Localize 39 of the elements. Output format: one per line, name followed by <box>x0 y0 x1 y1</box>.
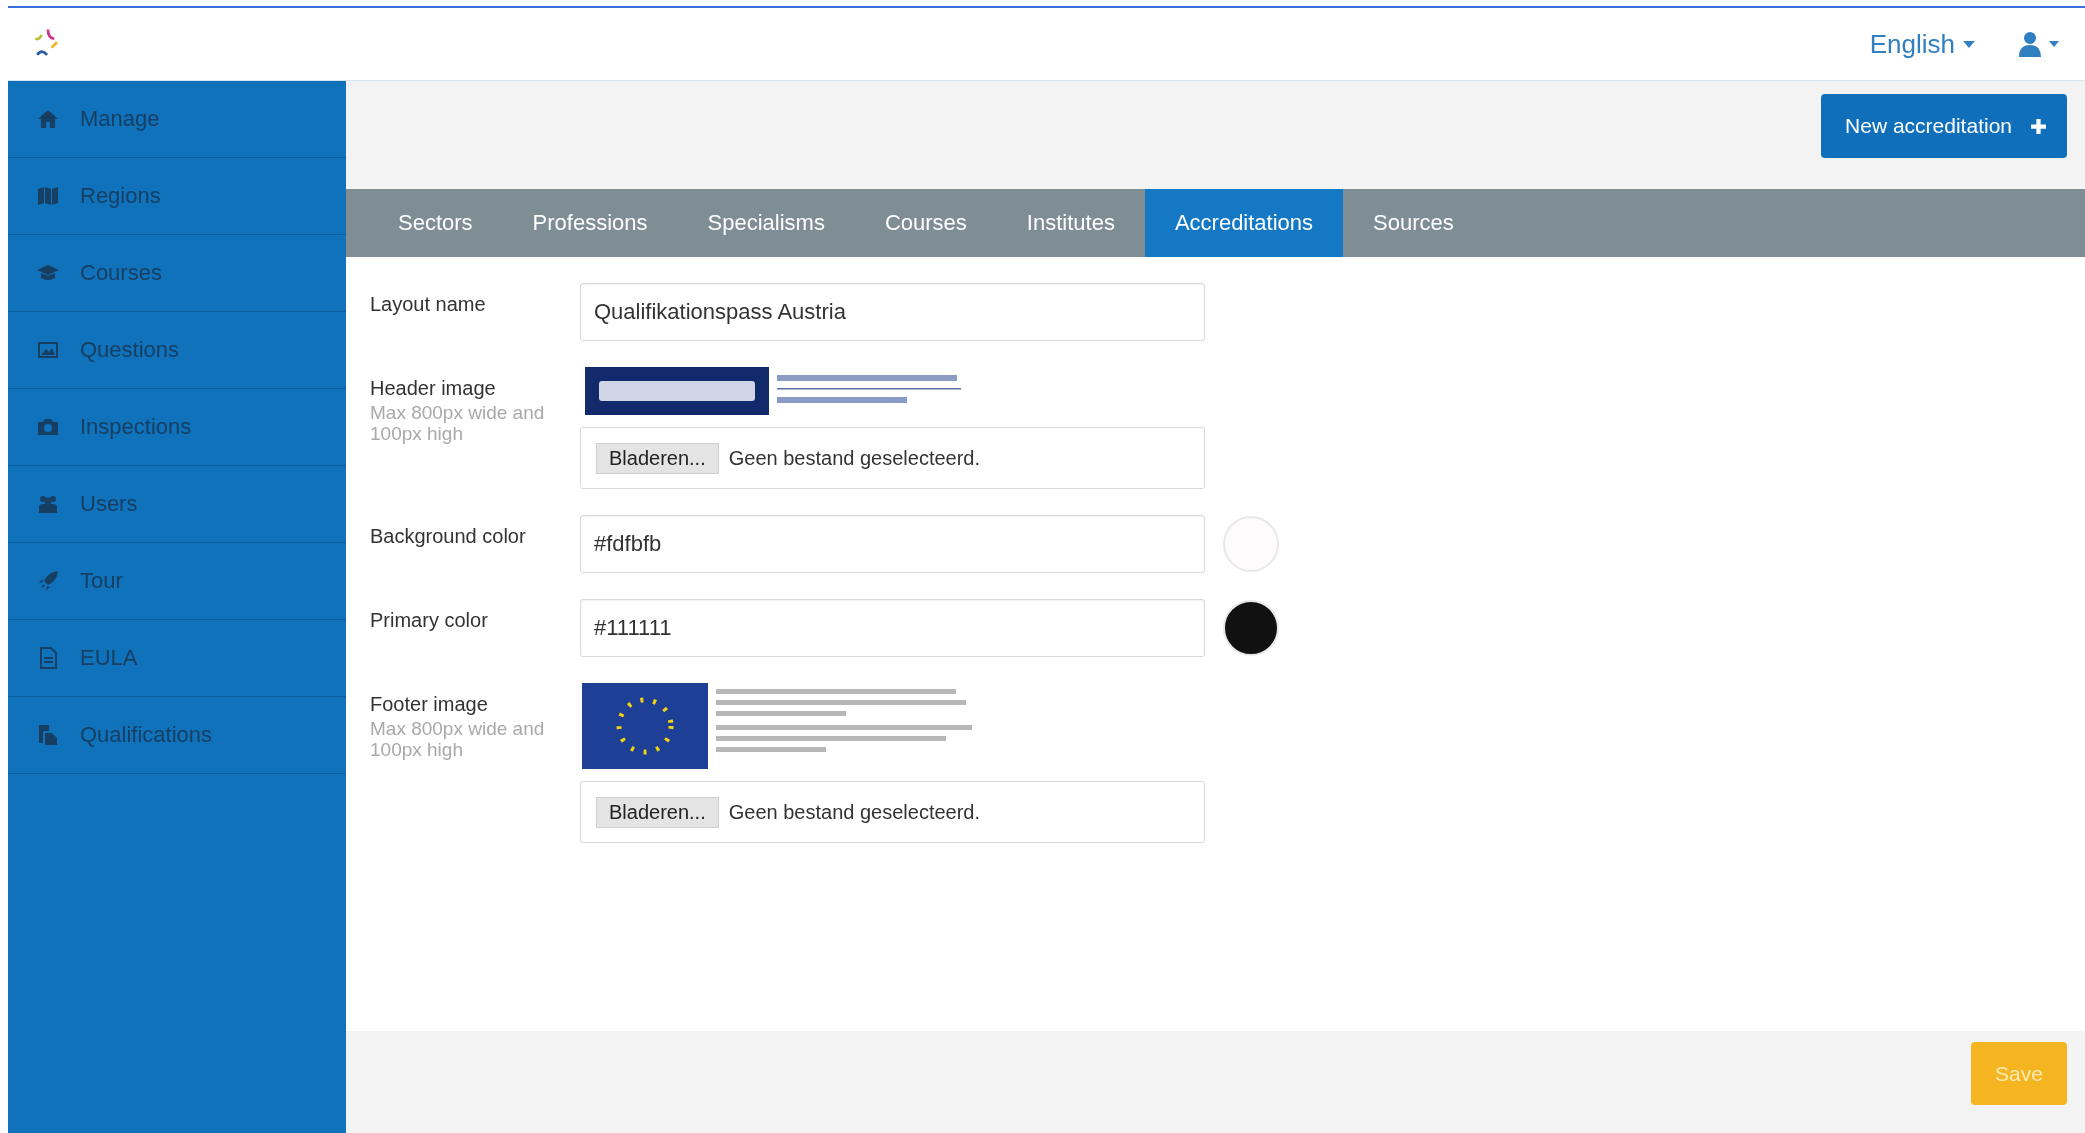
file-status: Geen bestand geselecteerd. <box>728 446 981 470</box>
tab[interactable]: Sources <box>1343 189 1484 257</box>
home-icon <box>36 107 60 131</box>
sidebar-item[interactable]: Inspections <box>8 389 346 466</box>
sidebar-item[interactable]: Courses <box>8 235 346 312</box>
file-input[interactable]: Bladeren... Geen bestand geselecteerd. <box>580 427 1205 489</box>
field-label: Footer image <box>370 693 489 716</box>
tab[interactable]: Specialisms <box>677 189 855 257</box>
sidebar-item[interactable]: Users <box>8 466 346 543</box>
caret-icon <box>1963 40 1975 48</box>
rocket-icon <box>36 569 60 593</box>
tab[interactable]: Courses <box>854 189 997 257</box>
tab[interactable]: Professions <box>502 189 678 257</box>
field-hint: Max 800px wide and 100px high <box>370 719 546 761</box>
new-accreditation-button[interactable]: New accreditation <box>1821 94 2067 158</box>
sidebar-item[interactable]: Questions <box>8 312 346 389</box>
map-icon <box>36 184 60 208</box>
copy-icon <box>36 723 60 747</box>
color-swatch[interactable] <box>1223 600 1279 656</box>
sidebar-item[interactable]: Qualifications <box>8 697 346 774</box>
browse-button[interactable]: Bladeren... <box>596 796 719 828</box>
browse-button[interactable]: Bladeren... <box>596 442 719 474</box>
text-field[interactable]: Qualifikationspass Austria <box>580 283 1205 341</box>
field-label: Layout name <box>370 293 487 316</box>
color-field[interactable]: #111111 <box>580 599 1205 657</box>
tab[interactable]: Accreditations <box>1144 189 1344 257</box>
sidebar-item[interactable]: Tour <box>8 543 346 620</box>
file-input[interactable]: Bladeren... Geen bestand geselecteerd. <box>580 781 1205 843</box>
language-dropdown[interactable]: English <box>1869 28 1975 60</box>
color-field[interactable]: #fdfbfb <box>580 515 1205 573</box>
plus-icon <box>2030 117 2047 135</box>
file-status: Geen bestand geselecteerd. <box>728 800 981 824</box>
field-label: Header image <box>370 377 497 400</box>
tab[interactable]: Sectors <box>368 189 503 257</box>
sidebar-item[interactable]: EULA <box>8 620 346 697</box>
tab[interactable]: Institutes <box>996 189 1145 257</box>
field-hint: Max 800px wide and 100px high <box>370 403 546 445</box>
field-label: Primary color <box>370 609 489 632</box>
field-label: Background color <box>370 525 527 548</box>
